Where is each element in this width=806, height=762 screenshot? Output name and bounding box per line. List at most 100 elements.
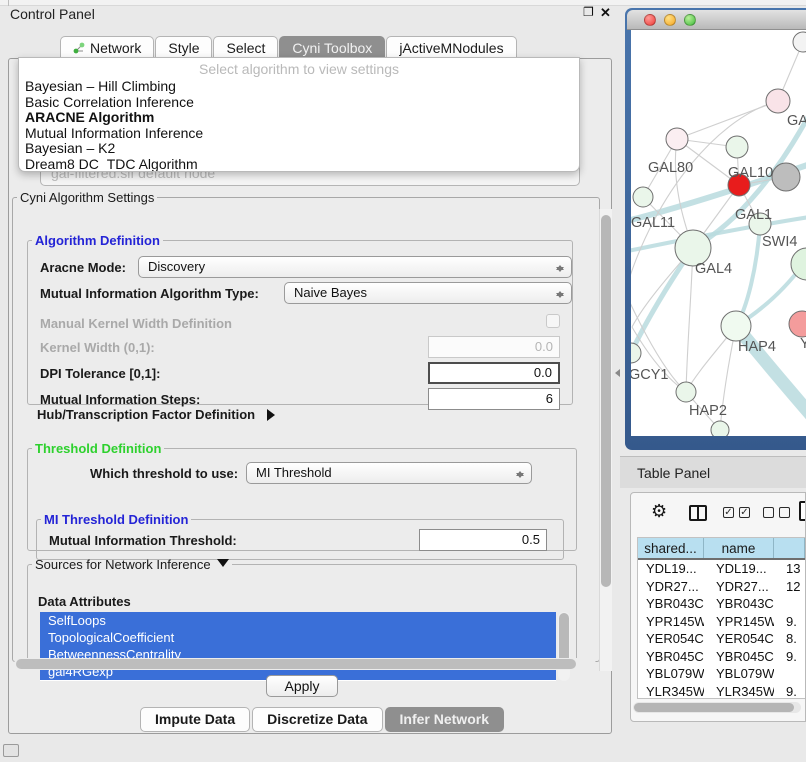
algorithm-option[interactable]: Basic Correlation Inference xyxy=(19,95,579,111)
network-window-titlebar[interactable] xyxy=(627,10,806,30)
sources-title-text: Sources for Network Inference xyxy=(35,557,211,572)
table-horizontal-scrollbar[interactable] xyxy=(633,702,801,713)
node-hap2[interactable] xyxy=(676,382,696,402)
algorithm-option[interactable]: Bayesian – Hill Climbing xyxy=(19,79,579,95)
expander-right-arrow-icon xyxy=(267,409,275,421)
node-label: GAL4 xyxy=(695,261,732,277)
tab-discretize-data[interactable]: Discretize Data xyxy=(252,707,382,732)
settings-horizontal-scrollbar[interactable] xyxy=(14,658,596,670)
dpi-tolerance-field[interactable]: 0.0 xyxy=(428,362,560,384)
checked-checkbox-icon[interactable]: ✓ xyxy=(723,507,734,518)
control-panel-titlebar: Control Panel ❐ ✕ xyxy=(0,0,620,26)
minimize-window-icon[interactable] xyxy=(664,14,676,26)
tab-style[interactable]: Style xyxy=(155,36,212,59)
split-columns-icon[interactable] xyxy=(689,505,707,521)
tab-impute-data[interactable]: Impute Data xyxy=(140,707,250,732)
algorithm-option[interactable]: Bayesian – K2 xyxy=(19,141,579,157)
which-threshold-combo[interactable]: MI Threshold xyxy=(246,462,532,484)
network-icon xyxy=(73,41,86,53)
manual-kernel-checkbox[interactable] xyxy=(546,314,560,328)
cyni-algorithm-settings-group: Cyni Algorithm Settings Algorithm Defini… xyxy=(12,190,600,662)
combo-stepper-icon xyxy=(515,466,524,482)
table-row[interactable]: YBR045CYBR045C9. xyxy=(638,648,805,666)
node-unlabeled-top[interactable] xyxy=(793,32,806,52)
column-header-name[interactable]: name xyxy=(704,538,774,558)
table-toolbar: ⚙ ✓ ✓ xyxy=(631,493,805,537)
close-window-icon[interactable] xyxy=(644,14,656,26)
app-stage: Control Panel ❐ ✕ NetworkStyleSelectCyni… xyxy=(0,0,806,762)
table-row[interactable]: YPR145WYPR145W9. xyxy=(638,613,805,631)
algorithm-option[interactable]: Mutual Information Inference xyxy=(19,126,579,142)
threshold-definition-group: Threshold Definition Which threshold to … xyxy=(27,441,577,551)
table-row[interactable]: YER054CYER054C8. xyxy=(638,630,805,648)
minimized-panel-icon[interactable] xyxy=(3,744,19,757)
aracne-mode-combo[interactable]: Discovery xyxy=(138,256,572,278)
unchecked-checkbox-icon[interactable] xyxy=(763,507,774,518)
node-gray[interactable] xyxy=(772,163,800,191)
table-row[interactable]: YDL19...YDL19...13 xyxy=(638,560,805,578)
column-header-clipped[interactable] xyxy=(774,538,805,558)
data-attributes-list: SelfLoops TopologicalCoefficient Between… xyxy=(40,612,556,681)
unchecked-checkbox-icon[interactable] xyxy=(779,507,790,518)
table-row[interactable]: YBR043CYBR043C xyxy=(638,595,805,613)
which-threshold-label: Which threshold to use: xyxy=(90,466,238,481)
node-label: GAL11 xyxy=(631,215,675,231)
node-gal10[interactable] xyxy=(726,136,748,158)
mi-type-label: Mutual Information Algorithm Type: xyxy=(40,286,259,301)
mi-steps-label: Mutual Information Steps: xyxy=(40,392,200,407)
expander-down-arrow-icon[interactable] xyxy=(217,559,229,567)
table-row[interactable]: YBL079WYBL079W xyxy=(638,665,805,683)
mi-steps-field[interactable]: 6 xyxy=(428,388,560,410)
tab-infer-network[interactable]: Infer Network xyxy=(385,707,504,732)
which-threshold-value: MI Threshold xyxy=(256,465,332,480)
gear-icon[interactable]: ⚙ xyxy=(651,501,667,522)
aracne-mode-value: Discovery xyxy=(148,259,205,274)
tab-network[interactable]: Network xyxy=(60,36,154,59)
node-unlabeled-bottom[interactable] xyxy=(711,421,729,436)
node-hap4[interactable] xyxy=(721,311,751,341)
algorithm-option-selected[interactable]: ARACNE Algorithm xyxy=(19,110,579,126)
table-panel-title: Table Panel xyxy=(637,465,710,481)
control-panel-title: Control Panel xyxy=(10,6,95,22)
node-gal80[interactable] xyxy=(666,128,688,150)
node-label: GCY1 xyxy=(631,367,669,383)
mi-threshold-field[interactable]: 0.5 xyxy=(419,529,547,551)
attribute-item-selected[interactable]: TopologicalCoefficient xyxy=(40,629,556,646)
tab-select[interactable]: Select xyxy=(213,36,278,59)
node-label: GAL80 xyxy=(648,160,693,176)
node-salmon[interactable] xyxy=(789,311,806,337)
mi-threshold-label: Mutual Information Threshold: xyxy=(49,533,237,548)
float-panel-icon[interactable]: ❐ xyxy=(583,5,594,19)
hub-definition-expander[interactable]: Hub/Transcription Factor Definition xyxy=(37,407,275,422)
panel-splitter-handle[interactable] xyxy=(610,364,618,382)
bottom-tabbar: Impute DataDiscretize DataInfer Network xyxy=(140,707,506,730)
table-panel-titlebar: Table Panel xyxy=(620,456,806,488)
aracne-mode-label: Aracne Mode: xyxy=(40,260,126,275)
attribute-item-selected[interactable]: SelfLoops xyxy=(40,612,556,629)
table-panel-window: ⚙ ✓ ✓ shared... name YDL19...YDL19...13 … xyxy=(630,492,806,722)
apply-button[interactable]: Apply xyxy=(266,675,338,697)
network-canvas[interactable]: GAL80 GAL10 GAL1 GAL11 GAL4 SWI4 GCY1 HA… xyxy=(631,30,806,436)
column-header-shared-name[interactable]: shared... xyxy=(638,538,704,558)
node-label: GAL xyxy=(787,113,806,129)
attribute-list-scrollbar[interactable] xyxy=(558,612,570,681)
node-label: GAL1 xyxy=(735,207,772,223)
document-icon[interactable] xyxy=(799,501,806,521)
mi-algorithm-type-combo[interactable]: Naive Bayes xyxy=(284,282,572,304)
table-row[interactable]: YLR345WYLR345W9. xyxy=(638,683,805,700)
tab-cyni-toolbox[interactable]: Cyni Toolbox xyxy=(279,36,385,59)
kernel-width-field[interactable]: 0.0 xyxy=(428,336,560,358)
node-gcy1[interactable] xyxy=(631,343,641,363)
close-panel-icon[interactable]: ✕ xyxy=(600,5,611,21)
node-gal-pink[interactable] xyxy=(766,89,790,113)
tab-jactivemnodules[interactable]: jActiveMNodules xyxy=(386,36,516,59)
node-label: SWI4 xyxy=(762,234,797,250)
algorithm-definition-title: Algorithm Definition xyxy=(32,233,163,248)
algorithm-option[interactable]: Dream8 DC_TDC Algorithm xyxy=(19,157,579,173)
zoom-window-icon[interactable] xyxy=(684,14,696,26)
checked-checkbox-icon[interactable]: ✓ xyxy=(739,507,750,518)
settings-vertical-scrollbar[interactable] xyxy=(599,209,612,671)
sources-title: Sources for Network Inference xyxy=(32,557,232,572)
table-row[interactable]: YDR27...YDR27...12 xyxy=(638,578,805,596)
node-gal11[interactable] xyxy=(633,187,653,207)
